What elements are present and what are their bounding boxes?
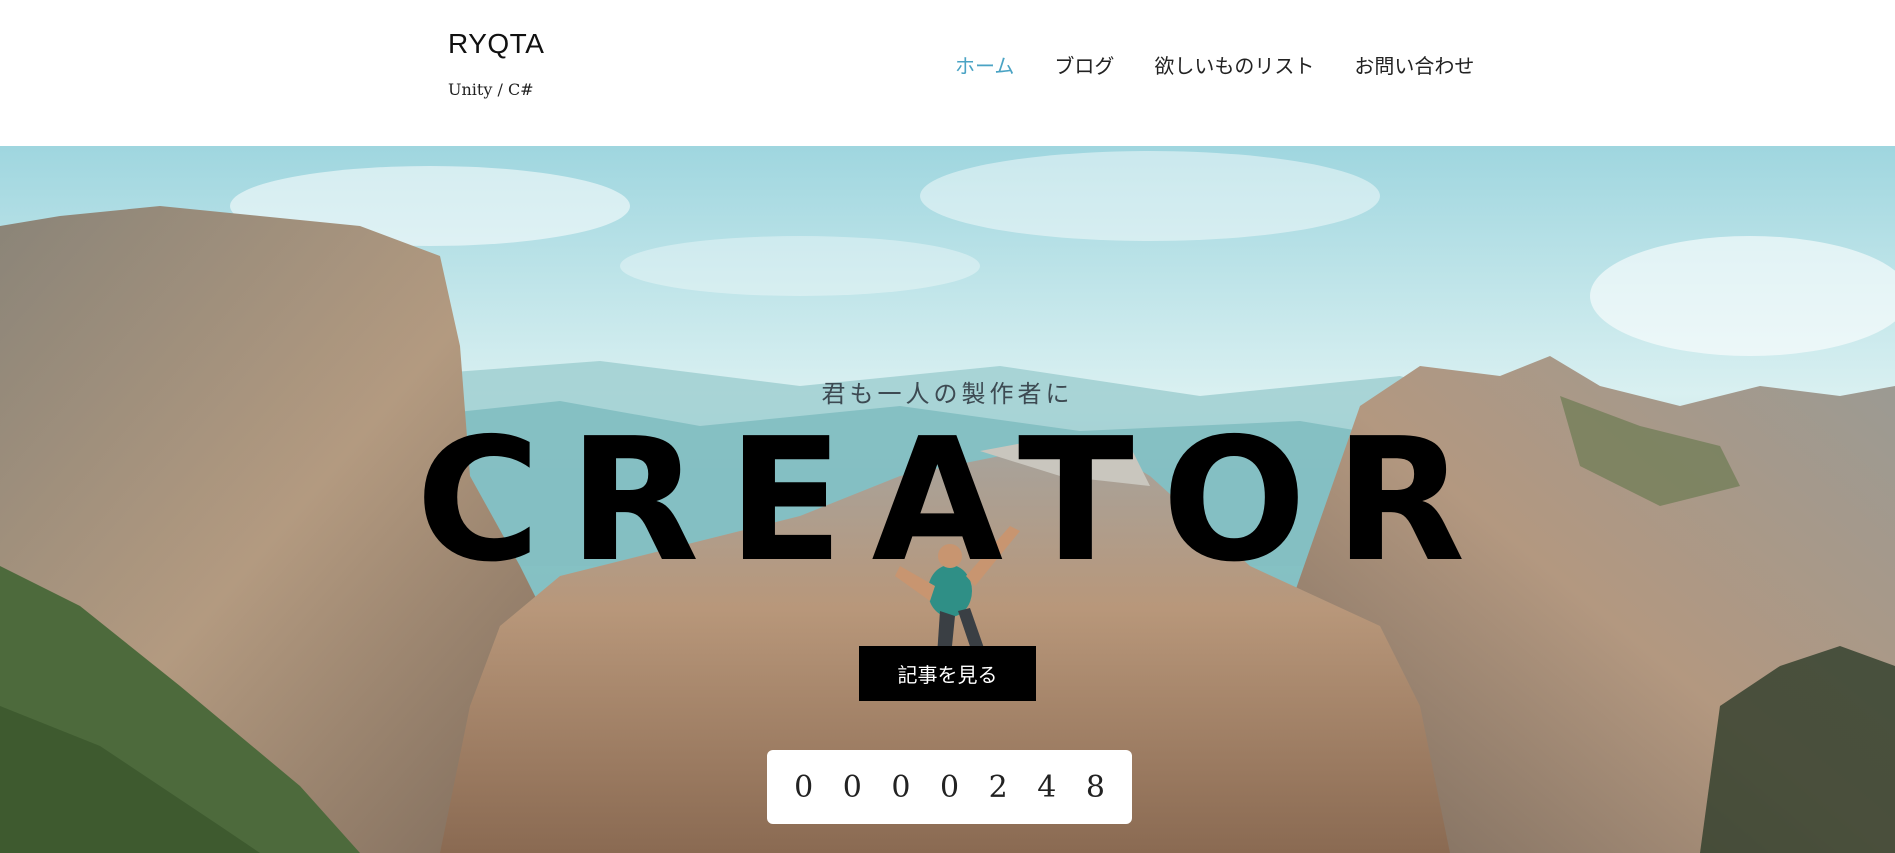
counter-digit: 8 [1085,769,1105,805]
counter-digit: 0 [891,769,911,805]
counter-digit: 2 [988,769,1008,805]
page: RYQTA Unity / C# ホーム ブログ 欲しいものリスト お問い合わせ [0,0,1895,853]
main-nav: ホーム ブログ 欲しいものリスト お問い合わせ [955,50,1474,79]
nav-item-contact[interactable]: お問い合わせ [1354,50,1474,79]
counter-digit: 0 [939,769,960,805]
nav-item-wishlist[interactable]: 欲しいものリスト [1154,50,1314,79]
view-articles-button[interactable]: 記事を見る [859,646,1036,701]
hero-section: 君も一人の製作者に CREATOR 記事を見る 0 0 0 0 2 4 8 [0,146,1895,853]
nav-item-blog[interactable]: ブログ [1054,50,1114,79]
counter-digit: 4 [1037,769,1057,805]
site-title[interactable]: RYQTA [448,28,544,60]
counter-digit: 0 [842,769,862,805]
site-header: RYQTA Unity / C# ホーム ブログ 欲しいものリスト お問い合わせ [0,0,1895,146]
counter-digit: 0 [794,769,814,805]
visitor-counter: 0 0 0 0 2 4 8 [767,750,1132,824]
hero-title: CREATOR [415,402,1494,600]
nav-item-home[interactable]: ホーム [955,50,1014,79]
site-tagline: Unity / C# [448,80,534,99]
